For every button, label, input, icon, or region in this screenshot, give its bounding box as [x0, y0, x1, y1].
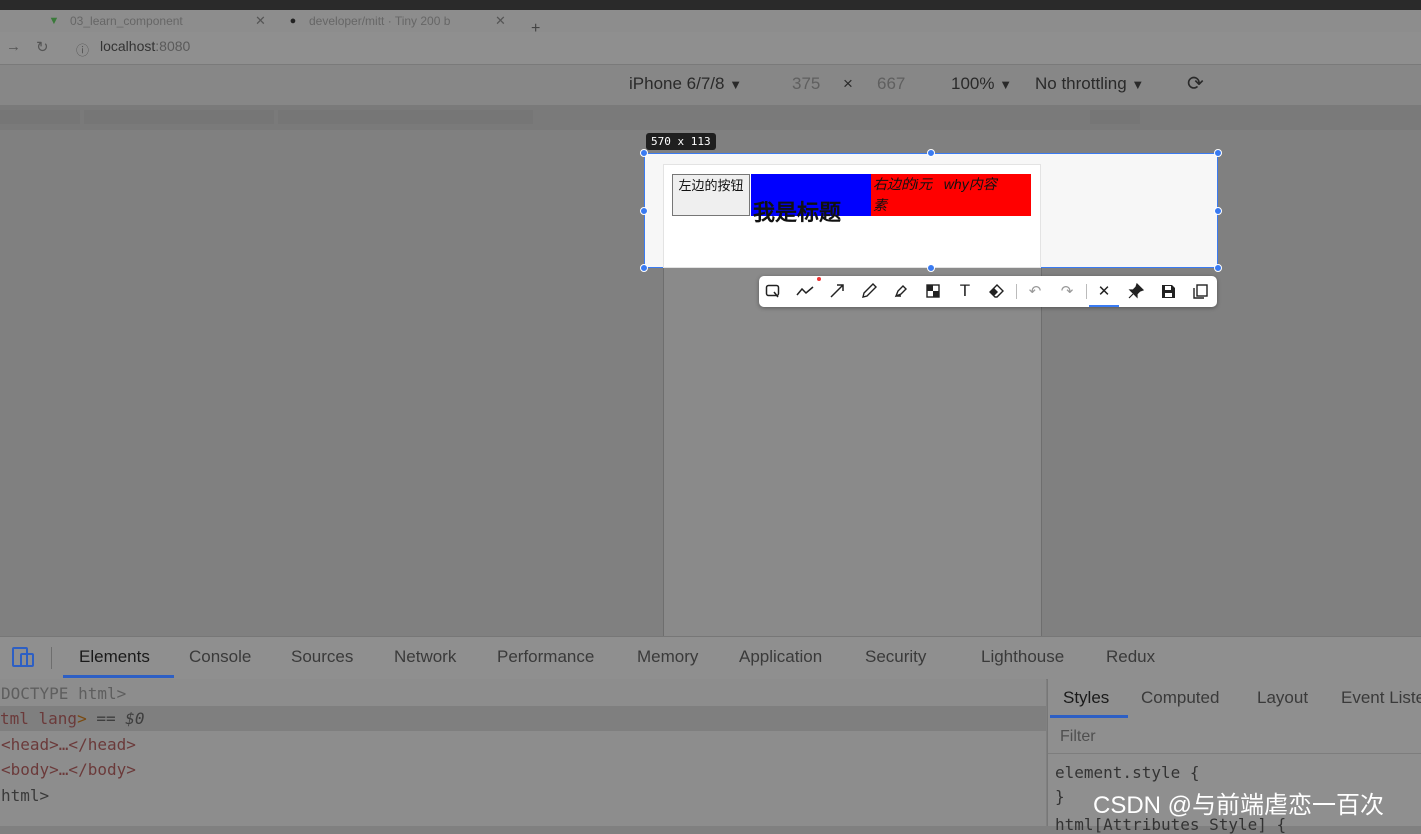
window-top-strip: [0, 0, 1421, 10]
resize-handle[interactable]: [1214, 149, 1222, 157]
browser-tab-bar: ▼ 03_learn_component ✕ ● developer/mitt …: [0, 10, 1421, 37]
element-style-close: }: [1055, 787, 1065, 806]
element-style-rule[interactable]: element.style {: [1055, 763, 1200, 782]
url-port: :8080: [155, 38, 191, 54]
rect-icon[interactable]: [761, 280, 785, 302]
left-button[interactable]: 左边的按钮: [672, 174, 750, 216]
throttling-select[interactable]: No throttling ▼: [1035, 74, 1144, 94]
line-icon[interactable]: [793, 280, 817, 302]
pin-icon[interactable]: [1124, 280, 1148, 302]
tool-underline: [1089, 305, 1119, 307]
tab-console[interactable]: Console: [189, 647, 251, 667]
arrow-icon[interactable]: [825, 280, 849, 302]
tab-application[interactable]: Application: [739, 647, 822, 667]
dom-node[interactable]: <head>…</head>: [1, 732, 136, 757]
page-title: 我是标题: [753, 200, 842, 225]
url-field[interactable]: localhost:8080: [100, 38, 190, 54]
pencil-icon[interactable]: [857, 280, 881, 302]
tab-lighthouse[interactable]: Lighthouse: [981, 647, 1064, 667]
resize-handle[interactable]: [640, 264, 648, 272]
resize-handle[interactable]: [927, 264, 935, 272]
tab-event-listeners[interactable]: Event Liste: [1341, 688, 1421, 708]
text-icon[interactable]: T: [953, 280, 977, 302]
tab-layout[interactable]: Layout: [1257, 688, 1308, 708]
device-toolbar: iPhone 6/7/8 ▼ 375 × 667 100% ▼ No throt…: [0, 65, 1421, 105]
tab-redux[interactable]: Redux: [1106, 647, 1155, 667]
tab-title: developer/mitt · Tiny 200 b: [309, 14, 451, 28]
devtools-tab-bar: Elements Console Sources Network Perform…: [0, 636, 1421, 680]
github-favicon-icon: ●: [289, 15, 297, 27]
browser-tab-1[interactable]: ▼ 03_learn_component: [48, 10, 183, 32]
undo-icon[interactable]: ↶: [1023, 280, 1047, 302]
tab-elements[interactable]: Elements: [79, 647, 150, 667]
dom-node[interactable]: html>: [1, 783, 49, 808]
right-text: 素: [873, 197, 887, 213]
active-tab-indicator: [63, 675, 174, 678]
browser-tab-2[interactable]: ● developer/mitt · Tiny 200 b: [287, 10, 451, 32]
active-styles-tab-indicator: [1050, 715, 1128, 718]
device-select[interactable]: iPhone 6/7/8 ▼: [629, 74, 742, 94]
tab-title: 03_learn_component: [70, 14, 183, 28]
address-bar: → ↻ ⓘ localhost:8080: [0, 32, 1421, 65]
resize-handle[interactable]: [1214, 207, 1222, 215]
tab-sources[interactable]: Sources: [291, 647, 353, 667]
csdn-watermark: CSDN @与前端虐恋一百次: [1093, 792, 1385, 819]
tab-styles[interactable]: Styles: [1063, 688, 1109, 708]
tab-security[interactable]: Security: [865, 647, 926, 667]
dom-node[interactable]: <body>…</body>: [1, 757, 136, 782]
marker-icon[interactable]: [889, 280, 913, 302]
resize-handle[interactable]: [1214, 264, 1222, 272]
rotate-icon[interactable]: ⟳: [1187, 71, 1204, 96]
tab-memory[interactable]: Memory: [637, 647, 698, 667]
dom-node-selected[interactable]: tml lang> == $0: [0, 706, 1046, 731]
width-input[interactable]: 375: [792, 74, 820, 94]
height-input[interactable]: 667: [877, 74, 905, 94]
save-icon[interactable]: [1156, 280, 1180, 302]
forward-icon[interactable]: →: [6, 38, 21, 55]
nav-right: 右边的i元 why内容 素: [871, 174, 1031, 216]
resize-handle[interactable]: [640, 207, 648, 215]
copy-icon[interactable]: [1188, 280, 1212, 302]
url-host: localhost: [100, 38, 156, 54]
right-text: why内容: [943, 176, 997, 192]
reload-icon[interactable]: ↻: [36, 38, 49, 56]
zoom-select[interactable]: 100% ▼: [951, 74, 1012, 94]
right-text: 右边的i元: [873, 176, 933, 192]
styles-filter-input[interactable]: Filter: [1048, 721, 1421, 754]
resize-handle[interactable]: [640, 149, 648, 157]
vue-favicon-icon: ▼: [48, 15, 60, 27]
close-icon[interactable]: ✕: [1092, 280, 1116, 302]
site-info-icon[interactable]: ⓘ: [76, 40, 89, 59]
active-dot: [817, 277, 821, 281]
annotation-toolbar: T ↶ ↷ ✕: [759, 276, 1217, 307]
resize-handle[interactable]: [927, 149, 935, 157]
redo-icon[interactable]: ↷: [1055, 280, 1079, 302]
elements-panel: DOCTYPE html> tml lang> == $0 <head>…</h…: [0, 679, 1046, 826]
tab-computed[interactable]: Computed: [1141, 688, 1219, 708]
dimension-times: ×: [843, 74, 853, 93]
mosaic-icon[interactable]: [921, 280, 945, 302]
tab-performance[interactable]: Performance: [497, 647, 594, 667]
selection-size-badge: 570 x 113: [646, 133, 716, 150]
dom-node[interactable]: DOCTYPE html>: [1, 681, 126, 706]
media-query-bar: [0, 105, 1421, 130]
device-toggle-icon[interactable]: [11, 645, 35, 674]
eraser-icon[interactable]: [985, 280, 1009, 302]
tab-network[interactable]: Network: [394, 647, 456, 667]
